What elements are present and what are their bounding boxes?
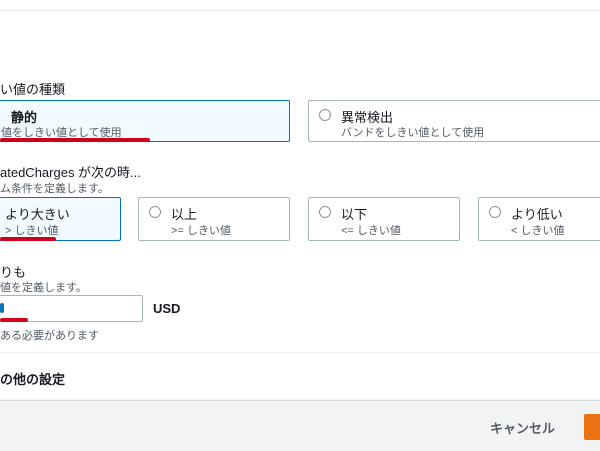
card-top [0,0,600,10]
other-settings-toggle[interactable]: の他の設定 [0,369,65,388]
red-annotation-underline [0,138,150,142]
red-annotation-underline-2 [0,237,56,241]
threshold-type-anomaly-tile[interactable]: 異常検出 バンドをしきい値として使用 [308,100,600,142]
condition-lte-tile[interactable]: 以下 <= しきい値 [308,197,460,241]
anomaly-desc: バンドをしきい値として使用 [341,127,485,139]
greater-title: より大きい [5,207,70,222]
red-annotation-underline-3 [0,318,28,322]
lte-radio[interactable] [319,206,331,218]
currency-unit: USD [153,301,181,316]
condition-desc: ム条件を定義します。 [0,183,109,195]
threshold-value-desc: 値を定義します。 [0,282,87,294]
cancel-button[interactable]: キャンセル [490,418,555,437]
condition-greater-tile[interactable]: より大きい > しきい値 [0,197,121,241]
gte-title: 以上 [171,207,198,222]
anomaly-radio[interactable] [319,109,331,121]
section-divider [0,352,600,353]
lower-desc: < しきい値 [511,225,565,237]
threshold-value-hint: ある必要があります [0,330,99,342]
primary-button[interactable] [584,414,600,440]
section-header: t [0,10,600,66]
gte-radio[interactable] [149,206,161,218]
condition-label: atedCharges が次の時... [0,165,141,180]
threshold-type-label: い値の種類 [0,82,66,97]
lte-desc: <= しきい値 [341,225,401,237]
input-caret [0,303,4,313]
gte-desc: >= しきい値 [171,225,231,237]
greater-desc: > しきい値 [5,225,59,237]
lte-title: 以下 [341,207,368,222]
threshold-type-static-tile[interactable]: 静的 値をしきい値として使用 [0,100,290,142]
condition-lower-tile[interactable]: より低い < しきい値 [478,197,600,241]
lower-radio[interactable] [489,206,501,218]
lower-title: より低い [511,207,563,222]
condition-gte-tile[interactable]: 以上 >= しきい値 [138,197,290,241]
